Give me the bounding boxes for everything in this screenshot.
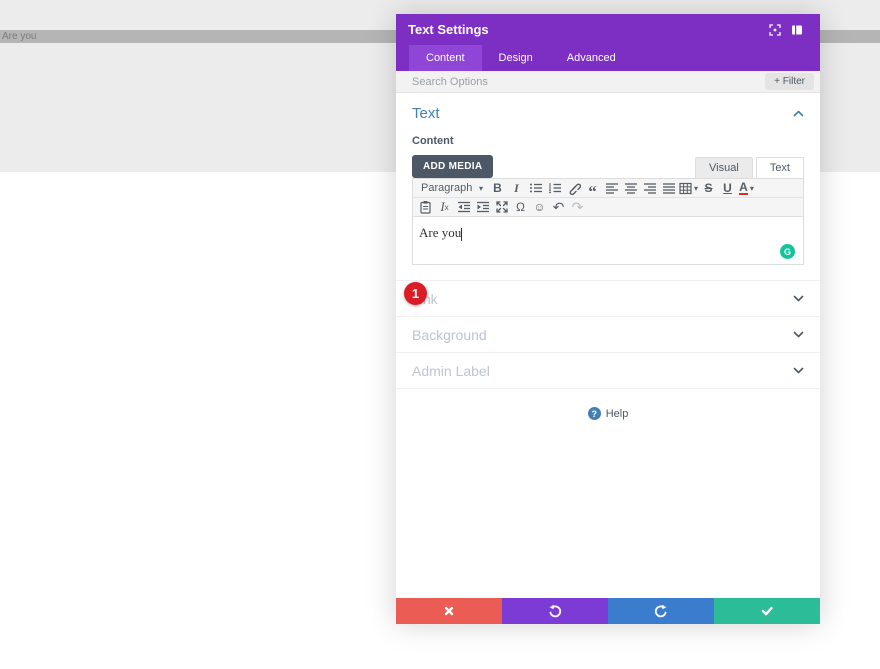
emoji-button[interactable]: ☺: [530, 199, 549, 216]
grammarly-icon[interactable]: G: [780, 244, 795, 259]
help-link[interactable]: ? Help: [396, 407, 820, 420]
section-background[interactable]: Background: [396, 317, 820, 353]
tab-content[interactable]: Content: [409, 45, 482, 71]
content-field-label: Content: [412, 135, 454, 147]
link-button[interactable]: [564, 180, 583, 197]
undo-changes-button[interactable]: [502, 598, 608, 624]
align-right-button[interactable]: [640, 180, 659, 197]
modal-tab-bar: Content Design Advanced: [396, 45, 820, 71]
text-section-title: Text: [412, 105, 440, 122]
chevron-down-icon: ▾: [749, 183, 754, 193]
paragraph-format-label: Paragraph: [421, 182, 473, 194]
editor-toolbar-row-1: Paragraph ▾ B I “ ▾ S U A ▾: [413, 179, 803, 200]
outdent-icon: [457, 201, 470, 213]
tab-advanced[interactable]: Advanced: [550, 45, 633, 71]
indent-button[interactable]: [473, 199, 492, 216]
editor-content-area[interactable]: Are you G: [413, 217, 803, 264]
text-color-icon: A: [739, 179, 748, 195]
annotation-badge: 1: [404, 282, 427, 305]
search-options-bar: Search Options + Filter: [396, 71, 820, 93]
justify-icon: [662, 183, 675, 194]
tab-design[interactable]: Design: [482, 45, 550, 71]
discard-button[interactable]: [396, 598, 502, 624]
page: Are you Text Settings Content Design Adv…: [0, 0, 880, 669]
visual-tab[interactable]: Visual: [695, 157, 753, 178]
filter-button-label: Filter: [782, 76, 805, 87]
modal-header: Text Settings: [396, 14, 820, 45]
editor-mode-tabs: Visual Text: [692, 157, 804, 178]
bold-button[interactable]: B: [488, 180, 507, 197]
table-dropdown-button[interactable]: ▾: [678, 180, 699, 197]
align-left-icon: [605, 183, 618, 194]
text-section-header[interactable]: Text: [412, 105, 804, 122]
justify-button[interactable]: [659, 180, 678, 197]
clipboard-icon: [420, 201, 431, 214]
fullscreen-button[interactable]: [492, 199, 511, 216]
underline-button[interactable]: U: [718, 180, 737, 197]
dock-left-icon: [792, 25, 802, 34]
undo-icon: [549, 604, 562, 618]
clear-formatting-button[interactable]: Ix: [435, 199, 454, 216]
modal-body: 1 Text Content ADD MEDIA Visual Text Par…: [396, 93, 820, 598]
chevron-down-icon: ▾: [694, 183, 699, 193]
paste-as-text-button[interactable]: [416, 199, 435, 216]
text-section: Text Content ADD MEDIA Visual Text Parag…: [396, 93, 820, 280]
editor-top-row: ADD MEDIA Visual Text: [412, 155, 804, 178]
redo-changes-button[interactable]: [608, 598, 714, 624]
bullet-list-icon: [529, 183, 542, 193]
text-color-dropdown-button[interactable]: A ▾: [737, 180, 756, 197]
chevron-down-icon: [793, 295, 804, 302]
undo-button[interactable]: ↶: [549, 199, 568, 216]
chevron-down-icon: [793, 367, 804, 374]
numbered-list-icon: [548, 183, 561, 194]
section-background-title: Background: [412, 326, 487, 343]
plus-icon: +: [774, 76, 780, 87]
paragraph-format-dropdown[interactable]: Paragraph ▾: [416, 180, 488, 197]
align-center-icon: [624, 183, 637, 194]
search-input[interactable]: Search Options: [412, 76, 765, 88]
align-center-button[interactable]: [621, 180, 640, 197]
strikethrough-button[interactable]: S: [699, 180, 718, 197]
help-label: Help: [605, 407, 629, 420]
help-icon: ?: [587, 407, 601, 420]
add-media-button[interactable]: ADD MEDIA: [412, 155, 494, 178]
close-icon: [444, 606, 454, 616]
text-tab[interactable]: Text: [755, 157, 804, 178]
clear-formatting-x: x: [444, 202, 449, 212]
align-right-icon: [643, 183, 656, 194]
collapsed-sections: Link Background Admin Label: [396, 280, 820, 389]
redo-button[interactable]: ↷: [568, 199, 587, 216]
text-cursor: [461, 228, 463, 241]
blockquote-button[interactable]: “: [583, 183, 602, 200]
indent-icon: [476, 201, 489, 213]
expand-corners-icon: [769, 23, 781, 36]
outdent-button[interactable]: [454, 199, 473, 216]
table-icon: [679, 182, 692, 194]
text-settings-modal: Text Settings Content Design Advanced Se…: [396, 14, 820, 624]
check-icon: [761, 606, 773, 616]
fullscreen-icon: [495, 201, 508, 213]
link-icon: [569, 183, 581, 195]
align-left-button[interactable]: [602, 180, 621, 197]
modal-title: Text Settings: [408, 22, 489, 37]
section-admin-label[interactable]: Admin Label: [396, 353, 820, 389]
section-admin-label-title: Admin Label: [412, 362, 490, 379]
dock-modal-icon[interactable]: [786, 21, 808, 39]
section-link[interactable]: Link: [396, 281, 820, 317]
numbered-list-button[interactable]: [545, 180, 564, 197]
chevron-down-icon: [793, 331, 804, 338]
bullet-list-button[interactable]: [526, 180, 545, 197]
snap-to-module-icon[interactable]: [764, 21, 786, 39]
filter-button[interactable]: + Filter: [765, 73, 814, 90]
chevron-up-icon: [793, 110, 804, 117]
italic-button[interactable]: I: [507, 180, 526, 197]
redo-icon: [654, 604, 667, 618]
editor-text: Are you: [419, 225, 462, 240]
wysiwyg-editor: Paragraph ▾ B I “ ▾ S U A ▾ I x Ω ☺ ↶ ↷ …: [412, 178, 804, 265]
modal-footer: [396, 598, 820, 624]
special-character-button[interactable]: Ω: [511, 199, 530, 216]
save-button[interactable]: [714, 598, 820, 624]
editor-toolbar-row-2: Ix Ω ☺ ↶ ↷: [413, 198, 803, 217]
chevron-down-icon: ▾: [478, 183, 483, 193]
